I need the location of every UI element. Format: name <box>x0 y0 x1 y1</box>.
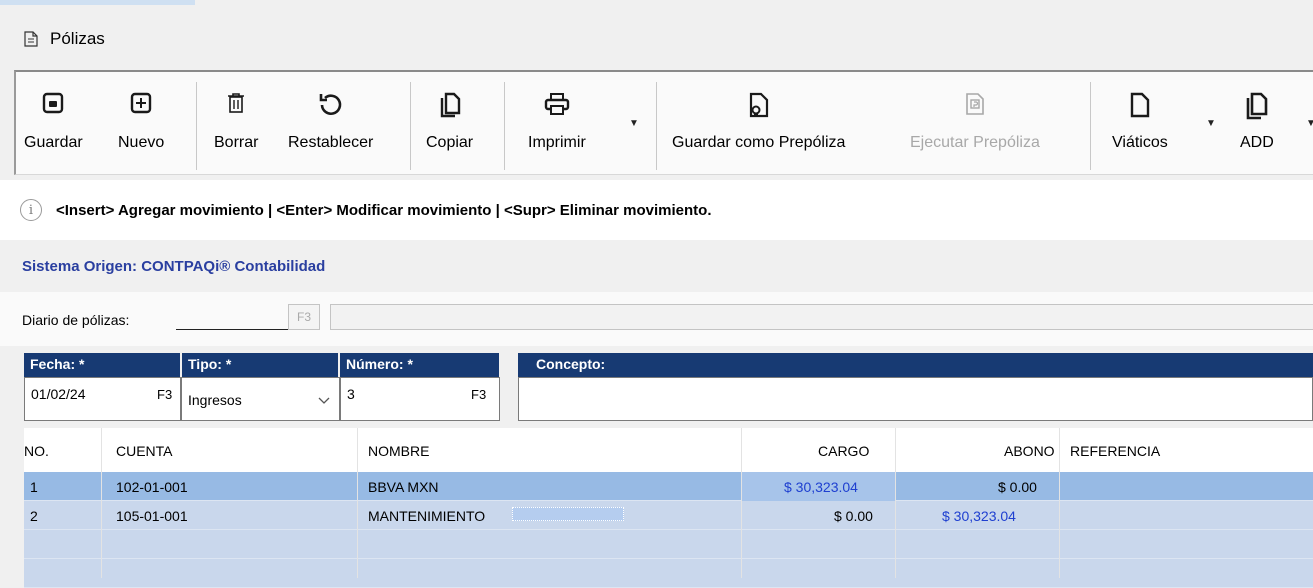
delete-button[interactable]: Borrar <box>214 86 258 152</box>
table-row[interactable]: 1 102-01-001 BBVA MXN $ 30,323.04 $ 0.00 <box>24 472 1313 501</box>
delete-button-label: Borrar <box>214 134 259 151</box>
concepto-field[interactable] <box>518 377 1313 421</box>
row-nombre: MANTENIMIENTO <box>368 508 486 524</box>
text-selection-highlight <box>512 507 624 521</box>
movements-table: NO. CUENTA NOMBRE CARGO ABONO REFERENCIA… <box>24 428 1313 588</box>
column-header-abono[interactable]: ABONO <box>1004 443 1055 459</box>
copy-button[interactable]: Copiar <box>426 86 473 152</box>
info-bar: i <Insert> Agregar movimiento | <Enter> … <box>0 180 1313 240</box>
column-divider <box>741 428 742 578</box>
row-no: 1 <box>30 479 38 495</box>
tipo-select[interactable]: Ingresos <box>181 377 340 421</box>
system-origin: Sistema Origen: CONTPAQi® Contabilidad <box>22 258 326 275</box>
print-button-label: Imprimir <box>528 134 586 151</box>
add-dropdown-icon[interactable]: ▼ <box>1306 118 1313 129</box>
table-row-empty[interactable] <box>24 530 1313 559</box>
viaticos-dropdown-icon[interactable]: ▼ <box>1206 118 1216 129</box>
row-no: 2 <box>30 508 38 524</box>
column-divider <box>895 428 896 578</box>
save-icon <box>42 92 64 119</box>
add-button[interactable]: ADD <box>1240 86 1274 152</box>
save-prepoliza-icon <box>747 92 771 123</box>
row-abono: $ 30,323.04 <box>942 508 1016 524</box>
new-button-label: Nuevo <box>118 134 165 151</box>
execute-prepoliza-button[interactable]: Ejecutar Prepóliza <box>910 86 1040 152</box>
save-as-prepoliza-label: Guardar como Prepóliza <box>672 134 846 151</box>
info-icon: i <box>20 199 42 221</box>
restore-button-label: Restablecer <box>288 134 374 151</box>
restore-button[interactable]: Restablecer <box>288 86 373 152</box>
row-cuenta: 102-01-001 <box>116 479 188 495</box>
save-button-label: Guardar <box>24 134 83 151</box>
toolbar-separator <box>1090 82 1091 170</box>
add-label: ADD <box>1240 134 1274 151</box>
toolbar-separator <box>196 82 197 170</box>
fecha-value: 01/02/24 <box>31 386 86 402</box>
numero-header: Número: * <box>340 353 499 377</box>
fecha-f3-button[interactable]: F3 <box>157 387 172 402</box>
numero-f3-button[interactable]: F3 <box>471 387 486 402</box>
diario-input[interactable] <box>176 304 288 330</box>
toolbar-separator <box>410 82 411 170</box>
tipo-header: Tipo: * <box>182 353 338 377</box>
table-row[interactable]: 2 105-01-001 MANTENIMIENTO $ 0.00 $ 30,3… <box>24 501 1313 530</box>
top-accent-strip <box>0 0 195 5</box>
print-icon <box>544 92 570 121</box>
numero-field[interactable]: 3 F3 <box>340 377 500 421</box>
execute-prepoliza-label: Ejecutar Prepóliza <box>910 134 1040 151</box>
diario-label: Diario de pólizas: <box>22 312 130 328</box>
column-header-nombre[interactable]: NOMBRE <box>368 443 429 459</box>
column-divider <box>1059 428 1060 578</box>
new-icon <box>130 92 152 119</box>
viaticos-button[interactable]: Viáticos <box>1112 86 1168 152</box>
viaticos-label: Viáticos <box>1112 134 1168 151</box>
column-header-referencia[interactable]: REFERENCIA <box>1070 443 1160 459</box>
row-abono: $ 0.00 <box>998 479 1037 495</box>
toolbar: Guardar Nuevo Borrar Restablecer Copiar … <box>14 70 1313 175</box>
window-title: Pólizas <box>50 29 105 48</box>
execute-prepoliza-icon <box>964 92 986 121</box>
numero-value: 3 <box>347 386 355 402</box>
fecha-header: Fecha: * <box>24 353 180 377</box>
table-row-empty[interactable] <box>24 559 1313 588</box>
row-nombre: BBVA MXN <box>368 479 439 495</box>
restore-icon <box>318 92 344 123</box>
column-divider <box>101 428 102 578</box>
diario-row: Diario de pólizas: F3 <box>0 292 1313 346</box>
toolbar-separator <box>656 82 657 170</box>
document-icon <box>24 31 38 47</box>
chevron-down-icon <box>318 396 330 408</box>
add-icon <box>1245 92 1269 125</box>
save-as-prepoliza-button[interactable]: Guardar como Prepóliza <box>672 86 845 152</box>
diario-f3-button[interactable]: F3 <box>288 304 320 330</box>
row-cuenta: 105-01-001 <box>116 508 188 524</box>
viaticos-icon <box>1129 92 1151 123</box>
delete-icon <box>226 92 246 119</box>
print-button[interactable]: Imprimir <box>528 86 586 152</box>
copy-icon <box>439 92 461 123</box>
tipo-value: Ingresos <box>188 392 242 408</box>
diario-description-field <box>330 304 1313 330</box>
save-button[interactable]: Guardar <box>24 86 83 152</box>
table-header: NO. CUENTA NOMBRE CARGO ABONO REFERENCIA <box>24 428 1313 472</box>
column-header-cargo[interactable]: CARGO <box>818 443 869 459</box>
row-cargo: $ 30,323.04 <box>784 479 858 495</box>
shortcut-hint: <Insert> Agregar movimiento | <Enter> Mo… <box>56 201 712 219</box>
toolbar-separator <box>504 82 505 170</box>
window-titlebar: Pólizas <box>0 14 1313 64</box>
print-dropdown-icon[interactable]: ▼ <box>629 118 639 129</box>
new-button[interactable]: Nuevo <box>118 86 164 152</box>
concepto-header: Concepto: <box>518 353 1313 377</box>
column-divider <box>357 428 358 578</box>
fecha-field[interactable]: 01/02/24 F3 <box>24 377 181 421</box>
row-cargo: $ 0.00 <box>834 508 873 524</box>
column-header-no[interactable]: NO. <box>24 443 49 459</box>
copy-button-label: Copiar <box>426 134 474 151</box>
column-header-cuenta[interactable]: CUENTA <box>116 443 173 459</box>
